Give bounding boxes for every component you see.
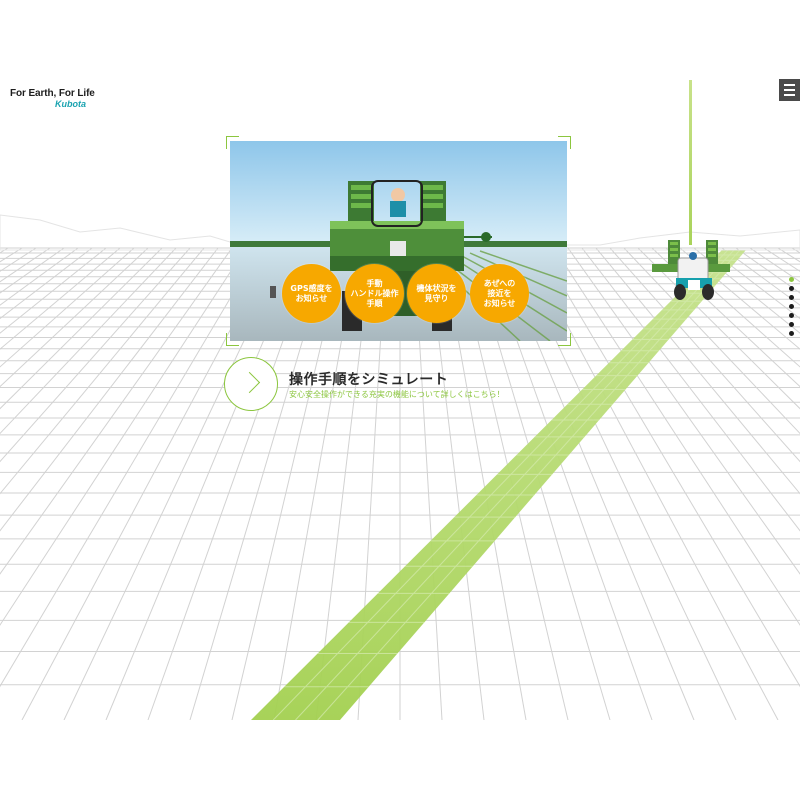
- chevron-right-icon: [238, 371, 261, 394]
- pagination-dot[interactable]: [789, 295, 794, 300]
- feature-circle[interactable]: あぜへの 接近を お知らせ: [470, 264, 529, 323]
- brand-tagline: For Earth, For Life: [10, 88, 95, 99]
- cta-title[interactable]: 操作手順をシミュレート: [289, 369, 448, 389]
- simulate-button[interactable]: [224, 357, 278, 411]
- feature-circle[interactable]: 手動 ハンドル操作 手順: [345, 264, 404, 323]
- section-pagination: [789, 277, 794, 336]
- pagination-dot[interactable]: [789, 322, 794, 327]
- page: For Earth, For Life Kubota GPS感度を お知らせ 手…: [0, 0, 800, 800]
- menu-bar: [784, 84, 795, 86]
- menu-bar: [784, 94, 795, 96]
- cta-subtitle: 安心安全操作ができる充実の機能について詳しくはこちら！: [289, 390, 505, 399]
- menu-bar: [784, 89, 795, 91]
- hero-photo-card: GPS感度を お知らせ 手動 ハンドル操作 手順 機体状況を 見守り あぜへの 接近を…: [226, 136, 571, 346]
- feature-circle[interactable]: 機体状況を 見守り: [407, 264, 466, 323]
- pagination-dot[interactable]: [789, 286, 794, 291]
- pagination-dot[interactable]: [789, 277, 794, 282]
- pagination-dot[interactable]: [789, 313, 794, 318]
- brand-block[interactable]: For Earth, For Life Kubota: [10, 88, 95, 109]
- grid-floor: [0, 214, 800, 800]
- pagination-dot[interactable]: [789, 331, 794, 336]
- pagination-dot[interactable]: [789, 304, 794, 309]
- feature-circle[interactable]: GPS感度を お知らせ: [282, 264, 341, 323]
- vertical-guide-line: [689, 80, 692, 245]
- rice-transplanter-illustration: [652, 240, 730, 300]
- hamburger-menu-icon[interactable]: [779, 79, 800, 101]
- kubota-logo[interactable]: Kubota: [55, 99, 95, 109]
